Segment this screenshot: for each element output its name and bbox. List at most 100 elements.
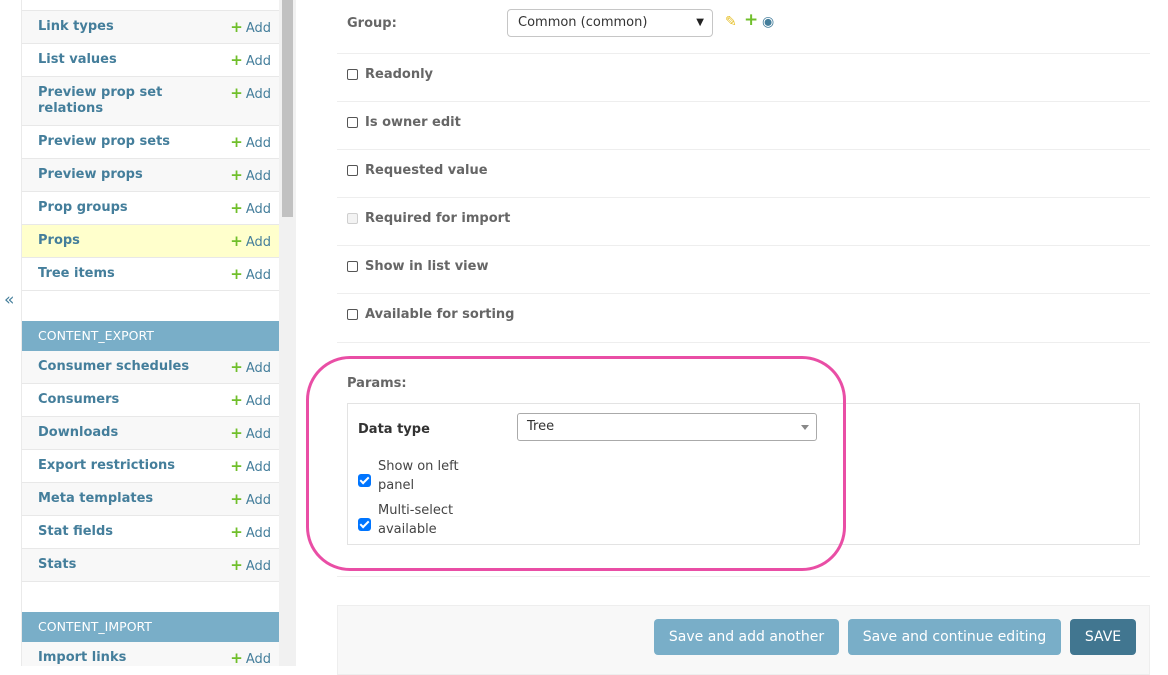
sidebar-item-label[interactable]: List values — [38, 52, 198, 68]
sidebar-item-label[interactable]: Link types — [38, 19, 198, 35]
sidebar-item-label[interactable]: Props — [38, 233, 198, 249]
nav-sidebar-toggle[interactable]: « — [0, 0, 22, 666]
sidebar-item-meta-templates: Meta templates + Add — [22, 483, 279, 516]
plus-icon: + — [230, 457, 243, 475]
requested-value-row: Requested value — [337, 150, 1150, 198]
add-link[interactable]: + Add — [230, 19, 271, 37]
data-type-value: Tree — [527, 419, 555, 434]
add-label: Add — [245, 460, 271, 475]
add-label: Add — [245, 169, 271, 184]
available-for-sorting-row: Available for sorting — [337, 294, 1150, 343]
sidebar-item-stat-fields: Stat fields + Add — [22, 516, 279, 549]
plus-icon: + — [230, 199, 243, 217]
plus-icon: + — [230, 51, 243, 69]
plus-icon[interactable]: + — [744, 12, 758, 29]
save-and-continue-button[interactable]: Save and continue editing — [848, 619, 1061, 655]
add-label: Add — [245, 87, 271, 102]
scrollbar-thumb[interactable] — [282, 0, 293, 217]
sidebar-item-tree-items: Tree items + Add — [22, 258, 279, 291]
add-link[interactable]: + Add — [230, 167, 271, 185]
readonly-label: Readonly — [365, 67, 434, 82]
group-label: Group: — [347, 16, 397, 31]
save-button[interactable]: SAVE — [1070, 619, 1136, 655]
pencil-icon[interactable]: ✎ — [725, 14, 737, 30]
change-form: Group: Common (common) ▼ ✎ + ◉ Readonly … — [297, 0, 1168, 675]
sidebar-scrollbar[interactable] — [279, 0, 296, 666]
plus-icon: + — [230, 84, 243, 102]
plus-icon: + — [230, 523, 243, 541]
sidebar-item-preview-prop-set-relations: Preview prop set relations + Add — [22, 77, 279, 126]
add-link[interactable]: + Add — [230, 266, 271, 284]
show-in-list-view-label: Show in list view — [365, 259, 489, 274]
sidebar-item-preview-prop-sets: Preview prop sets + Add — [22, 126, 279, 159]
add-link[interactable]: + Add — [230, 425, 271, 443]
group-select[interactable]: Common (common) ▼ — [507, 9, 713, 37]
add-link[interactable]: + Add — [230, 233, 271, 251]
sidebar-item-label[interactable]: Stats — [38, 557, 198, 573]
is-owner-edit-checkbox[interactable] — [347, 117, 358, 128]
readonly-row: Readonly — [337, 54, 1150, 102]
data-type-select[interactable]: Tree — [517, 413, 817, 441]
add-label: Add — [245, 202, 271, 217]
sidebar-item-label[interactable]: Downloads — [38, 425, 198, 441]
required-for-import-checkbox — [347, 213, 358, 224]
add-link[interactable]: + Add — [230, 52, 271, 70]
add-link[interactable]: + Add — [230, 524, 271, 542]
add-link[interactable]: + Add — [230, 134, 271, 152]
sidebar-item-label[interactable]: Preview prop set relations — [38, 85, 198, 117]
plus-icon: + — [230, 556, 243, 574]
add-label: Add — [245, 54, 271, 69]
add-link[interactable]: + Add — [230, 85, 271, 103]
sidebar-item-export-restrictions: Export restrictions + Add — [22, 450, 279, 483]
sidebar-item-label[interactable]: Preview props — [38, 167, 198, 183]
add-link[interactable]: + Add — [230, 458, 271, 476]
sidebar-item-props: Props + Add — [22, 225, 279, 258]
show-in-list-view-checkbox[interactable] — [347, 261, 358, 272]
eye-icon[interactable]: ◉ — [762, 14, 774, 30]
add-label: Add — [245, 136, 271, 151]
sidebar-item-label[interactable]: Export restrictions — [38, 458, 198, 474]
chevron-down-icon: ▼ — [696, 17, 704, 28]
data-type-label: Data type — [358, 422, 430, 437]
sidebar-item-label[interactable]: Stat fields — [38, 524, 198, 540]
add-link[interactable]: + Add — [230, 200, 271, 218]
collapse-chevron-icon[interactable]: « — [4, 290, 14, 310]
required-for-import-row: Required for import — [337, 198, 1150, 246]
sidebar-item-stats: Stats + Add — [22, 549, 279, 582]
sidebar-item-label[interactable]: Preview prop sets — [38, 134, 198, 150]
plus-icon: + — [230, 232, 243, 250]
plus-icon: + — [230, 358, 243, 376]
sidebar-item-label[interactable]: Tree items — [38, 266, 198, 282]
sidebar-item-label[interactable]: Import links — [38, 650, 198, 666]
section-caption-content-export[interactable]: CONTENT_EXPORT — [22, 321, 279, 351]
add-link[interactable]: + Add — [230, 557, 271, 575]
sidebar-item-label[interactable]: Meta templates — [38, 491, 198, 507]
multi-select-available-label: Multi-select available — [378, 503, 454, 537]
add-label: Add — [245, 652, 271, 666]
multi-select-available-checkbox[interactable] — [358, 518, 371, 531]
section-caption-content-import[interactable]: CONTENT_IMPORT — [22, 612, 279, 642]
requested-value-checkbox[interactable] — [347, 165, 358, 176]
sidebar-item-import-links: Import links + Add — [22, 642, 279, 666]
add-link[interactable]: + Add — [230, 359, 271, 377]
sidebar-item-label[interactable]: Consumer schedules — [38, 359, 198, 375]
sidebar-item-label[interactable]: Consumers — [38, 392, 198, 408]
sidebar-item-label[interactable]: Prop groups — [38, 200, 198, 216]
required-for-import-label: Required for import — [365, 211, 511, 226]
sidebar-row-cut — [22, 0, 279, 11]
add-label: Add — [245, 526, 271, 541]
add-link[interactable]: + Add — [230, 491, 271, 509]
add-link[interactable]: + Add — [230, 650, 271, 666]
show-in-list-view-row: Show in list view — [337, 246, 1150, 294]
show-on-left-panel-label: Show on left panel — [378, 459, 459, 493]
plus-icon: + — [230, 18, 243, 36]
add-label: Add — [245, 394, 271, 409]
plus-icon: + — [230, 649, 243, 666]
add-label: Add — [245, 427, 271, 442]
available-for-sorting-checkbox[interactable] — [347, 309, 358, 320]
add-link[interactable]: + Add — [230, 392, 271, 410]
submit-row: Save and add another Save and continue e… — [337, 605, 1150, 675]
show-on-left-panel-checkbox[interactable] — [358, 474, 371, 487]
readonly-checkbox[interactable] — [347, 69, 358, 80]
save-and-add-another-button[interactable]: Save and add another — [654, 619, 839, 655]
